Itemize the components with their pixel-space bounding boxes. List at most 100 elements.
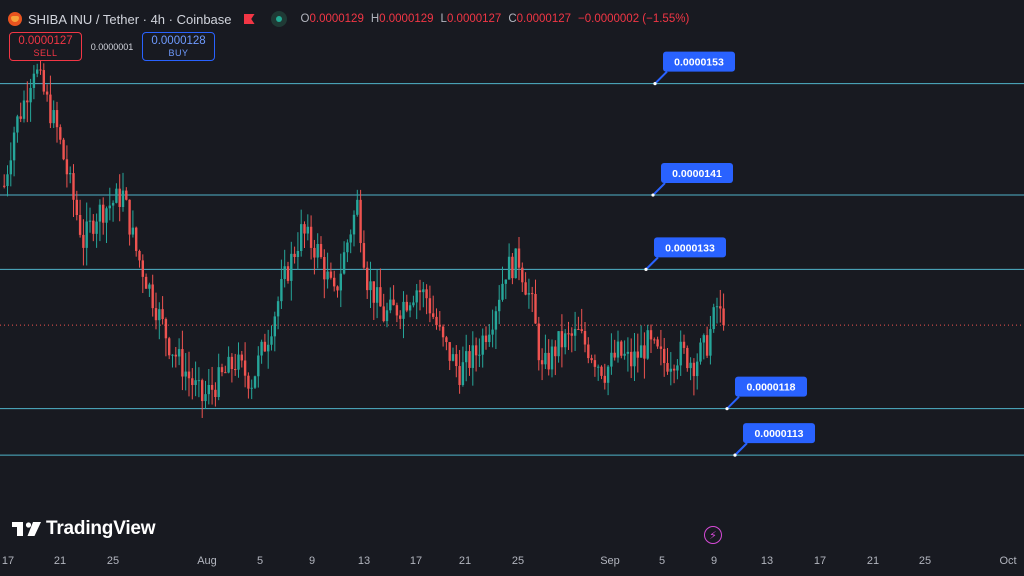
candle-body xyxy=(656,339,659,347)
market-status-icon[interactable] xyxy=(270,11,287,27)
candle-body xyxy=(243,360,247,376)
high-value: 0.0000129 xyxy=(379,13,434,25)
tradingview-logo[interactable]: TradingView xyxy=(12,518,156,540)
candle-body xyxy=(102,204,105,223)
candle-body xyxy=(95,221,98,234)
candle-body xyxy=(425,289,428,299)
candle-body xyxy=(639,345,643,358)
candle-body xyxy=(705,335,709,356)
ohlc-values: O0.0000129 H0.0000129 L0.0000127 C0.0000… xyxy=(300,13,690,25)
candle-body xyxy=(250,387,253,389)
candle-body xyxy=(491,329,494,335)
candle-body xyxy=(676,365,679,371)
candle-body xyxy=(653,339,656,341)
candle-body xyxy=(260,341,263,356)
candle-body xyxy=(488,334,491,343)
candle-body xyxy=(62,139,65,160)
candle-body xyxy=(402,301,405,319)
candle-body xyxy=(187,371,191,379)
price-level-callout-pointer xyxy=(734,442,748,456)
candle-body xyxy=(141,260,144,277)
candle-body xyxy=(36,69,39,74)
candle-body xyxy=(174,354,177,357)
candle-body xyxy=(69,173,72,175)
candle-body xyxy=(234,369,237,371)
candle-body xyxy=(286,266,290,281)
candle-body xyxy=(616,341,620,358)
candle-body xyxy=(181,349,184,377)
candle-body xyxy=(534,293,537,324)
candle-body xyxy=(144,276,148,289)
level-labels[interactable]: 0.0000153 0.0000141 0.0000133 0.0000118 0.00… xyxy=(644,51,815,457)
candle-body xyxy=(121,190,125,208)
candle-body xyxy=(42,70,45,92)
candle-body xyxy=(177,349,181,357)
buy-button[interactable]: 0.0000128 BUY xyxy=(142,32,215,61)
candle-body xyxy=(537,323,540,361)
candle-body xyxy=(722,308,725,326)
candle-body xyxy=(290,253,293,281)
price-level-callout-pointer xyxy=(726,395,740,410)
candle-body xyxy=(98,204,102,222)
candle-body xyxy=(392,299,395,306)
lightning-icon[interactable]: ⚡ xyxy=(704,526,722,544)
candle-body xyxy=(372,281,375,303)
candle-body xyxy=(309,226,313,248)
candle-body xyxy=(263,341,267,352)
candle-body xyxy=(501,283,504,300)
sell-button[interactable]: 0.0000127 SELL xyxy=(9,32,82,61)
candle-body xyxy=(702,335,705,343)
candle-body xyxy=(577,328,580,330)
candle-body xyxy=(125,190,128,200)
candle-body xyxy=(570,333,573,336)
buy-label: BUY xyxy=(168,47,189,58)
candle-body xyxy=(194,380,197,386)
candle-body xyxy=(682,341,686,348)
candle-body xyxy=(148,284,151,289)
candle-body xyxy=(296,250,300,258)
candle-body xyxy=(366,267,369,291)
candle-body xyxy=(12,132,16,161)
candle-body xyxy=(399,315,402,319)
candle-body xyxy=(560,331,564,348)
candle-body xyxy=(115,188,118,203)
candle-body xyxy=(230,356,234,370)
price-level-callout-pointer xyxy=(645,256,659,271)
candle-body xyxy=(359,199,362,244)
candle-body xyxy=(646,330,649,359)
candle-body xyxy=(524,282,527,295)
candle-body xyxy=(580,329,583,332)
symbol-header: SHIBA INU / Tether · 4h · Coinbase O0.00… xyxy=(8,10,689,28)
candle-body xyxy=(201,380,204,402)
flag-icon[interactable] xyxy=(243,14,255,24)
candle-body xyxy=(267,344,270,352)
shiba-logo-icon xyxy=(8,12,22,26)
candle-body xyxy=(352,214,356,235)
candle-body xyxy=(214,389,217,398)
price-chart[interactable]: 0.0000153 0.0000141 0.0000133 0.0000118 0.00… xyxy=(0,0,1024,576)
candle-body xyxy=(544,352,547,365)
candle-body xyxy=(210,384,214,390)
candle-body xyxy=(587,344,590,359)
candle-body xyxy=(154,308,158,321)
candle-body xyxy=(85,221,88,248)
time-axis-tick: 5 xyxy=(257,555,263,567)
candle-body xyxy=(253,376,257,388)
candle-body xyxy=(699,342,702,362)
candle-body xyxy=(636,351,639,358)
candle-body xyxy=(118,188,121,208)
candle-body xyxy=(666,363,669,372)
time-axis-tick: 17 xyxy=(2,555,14,567)
time-axis-tick: 13 xyxy=(761,555,773,567)
candle-body xyxy=(597,366,600,368)
candle-body xyxy=(336,286,339,291)
candle-body xyxy=(362,243,366,268)
sell-price: 0.0000127 xyxy=(18,34,73,47)
symbol-title[interactable]: SHIBA INU / Tether · 4h · Coinbase xyxy=(28,12,232,27)
candle-body xyxy=(293,253,296,258)
candle-body xyxy=(481,335,484,355)
candle-body xyxy=(108,205,111,209)
candle-body xyxy=(606,366,610,383)
candle-body xyxy=(39,69,42,71)
candle-body xyxy=(507,256,511,280)
